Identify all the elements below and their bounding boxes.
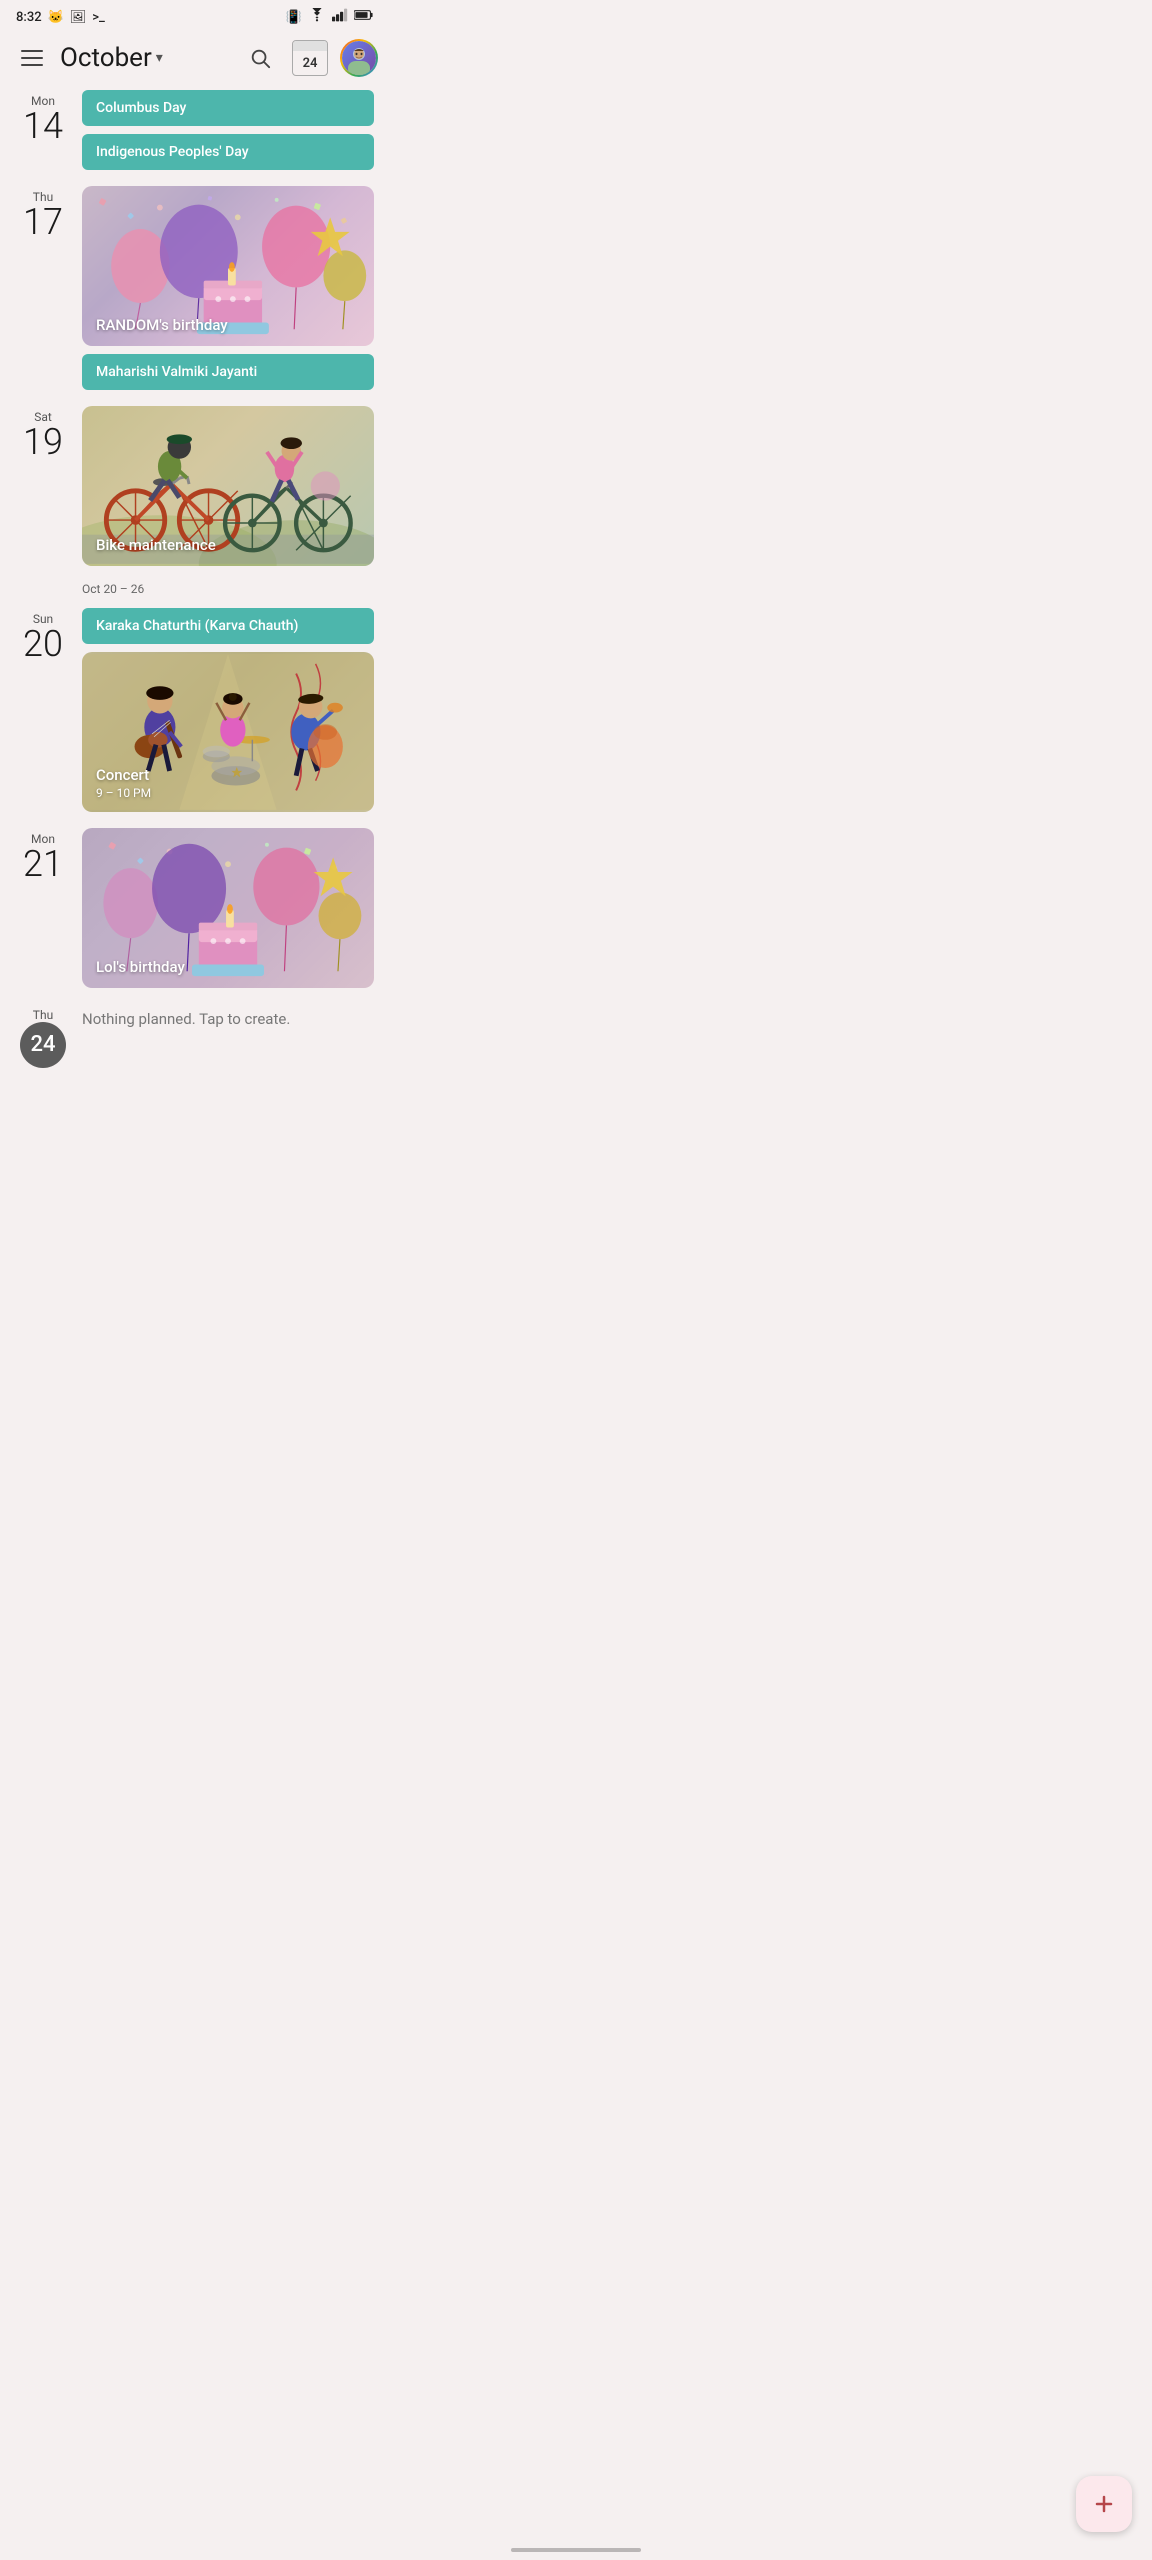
- day-section-thu24: Thu 24 Nothing planned. Tap to create.: [16, 1004, 374, 1068]
- day-section-mon14: Mon 14 Columbus Day Indigenous Peoples' …: [16, 90, 374, 170]
- bar-icons: 24: [240, 38, 378, 78]
- app-bar: October ▾ 24: [0, 30, 390, 90]
- day-label-sun20: Sun 20: [16, 608, 70, 812]
- status-left: 8:32 🐱 🖼 >_: [16, 10, 105, 25]
- lol-birthday-event[interactable]: Lol's birthday: [82, 828, 374, 988]
- menu-line-3: [21, 64, 43, 66]
- day-events-sun20: Karaka Chaturthi (Karva Chauth): [82, 608, 374, 812]
- random-birthday-event[interactable]: RANDOM's birthday: [82, 186, 374, 346]
- bike-maintenance-label: Bike maintenance: [96, 536, 216, 554]
- day-events-sat19: Bike maintenance: [82, 406, 374, 566]
- signal-icon: [332, 8, 348, 26]
- bottom-nav-indicator: [511, 2548, 641, 2552]
- calendar-badge[interactable]: 24: [292, 40, 328, 76]
- random-birthday-label: RANDOM's birthday: [96, 316, 228, 334]
- status-time: 8:32: [16, 10, 42, 25]
- karaka-chaturthi-event[interactable]: Karaka Chaturthi (Karva Chauth): [82, 608, 374, 644]
- day-events-thu24: Nothing planned. Tap to create.: [82, 1004, 374, 1068]
- today-num: 24: [20, 1022, 66, 1068]
- lol-birthday-label: Lol's birthday: [96, 958, 185, 976]
- day-num: 14: [16, 108, 70, 144]
- menu-line-1: [21, 50, 43, 52]
- month-title[interactable]: October ▾: [60, 43, 232, 73]
- day-section-mon21: Mon 21: [16, 828, 374, 988]
- day-label-mon14: Mon 14: [16, 90, 70, 170]
- wifi-icon: [308, 8, 326, 26]
- status-bar: 8:32 🐱 🖼 >_ 📳: [0, 0, 390, 30]
- calendar-list: Mon 14 Columbus Day Indigenous Peoples' …: [0, 90, 390, 1164]
- battery-icon: [354, 9, 374, 25]
- day-label-mon21: Mon 21: [16, 828, 70, 988]
- day-num: 20: [16, 626, 70, 662]
- day-section-thu17: Thu 17: [16, 186, 374, 390]
- week-range-label: Oct 20 – 26: [82, 582, 374, 596]
- menu-button[interactable]: [12, 38, 52, 78]
- month-label: October: [60, 43, 152, 73]
- day-section-sun20: Sun 20 Karaka Chaturthi (Karva Chauth): [16, 608, 374, 812]
- day-section-sat19: Sat 19: [16, 406, 374, 566]
- maharishi-event[interactable]: Maharishi Valmiki Jayanti: [82, 354, 374, 390]
- calendar-badge-top: [293, 41, 327, 51]
- search-button[interactable]: [240, 38, 280, 78]
- chevron-down-icon: ▾: [156, 50, 163, 66]
- vibrate-icon: 📳: [286, 10, 302, 25]
- bike-maintenance-event[interactable]: Bike maintenance: [82, 406, 374, 566]
- terminal-icon: >_: [92, 10, 105, 25]
- concert-time: 9 – 10 PM: [96, 786, 151, 800]
- cat-icon: 🐱: [48, 10, 64, 25]
- day-num: 17: [16, 204, 70, 240]
- concert-event[interactable]: Concert 9 – 10 PM: [82, 652, 374, 812]
- day-events-thu17: RANDOM's birthday Maharishi Valmiki Jaya…: [82, 186, 374, 390]
- indigenous-peoples-day-event[interactable]: Indigenous Peoples' Day: [82, 134, 374, 170]
- create-event-fab[interactable]: [1076, 2476, 1132, 2532]
- avatar[interactable]: [340, 39, 378, 77]
- day-label-sat19: Sat 19: [16, 406, 70, 566]
- status-right: 📳: [286, 8, 374, 26]
- avatar-inner: [342, 41, 376, 75]
- day-events-mon14: Columbus Day Indigenous Peoples' Day: [82, 90, 374, 170]
- day-events-mon21: Lol's birthday: [82, 828, 374, 988]
- day-label-thu24: Thu 24: [16, 1004, 70, 1068]
- image-icon: 🖼: [70, 10, 87, 25]
- day-label-thu17: Thu 17: [16, 186, 70, 390]
- day-num: 21: [16, 846, 70, 882]
- concert-label: Concert 9 – 10 PM: [96, 766, 151, 800]
- nothing-planned-text[interactable]: Nothing planned. Tap to create.: [82, 1004, 374, 1028]
- calendar-badge-num: 24: [293, 51, 327, 75]
- columbus-day-event[interactable]: Columbus Day: [82, 90, 374, 126]
- day-num: 19: [16, 424, 70, 460]
- day-name: Thu: [16, 1008, 70, 1022]
- menu-line-2: [21, 57, 43, 59]
